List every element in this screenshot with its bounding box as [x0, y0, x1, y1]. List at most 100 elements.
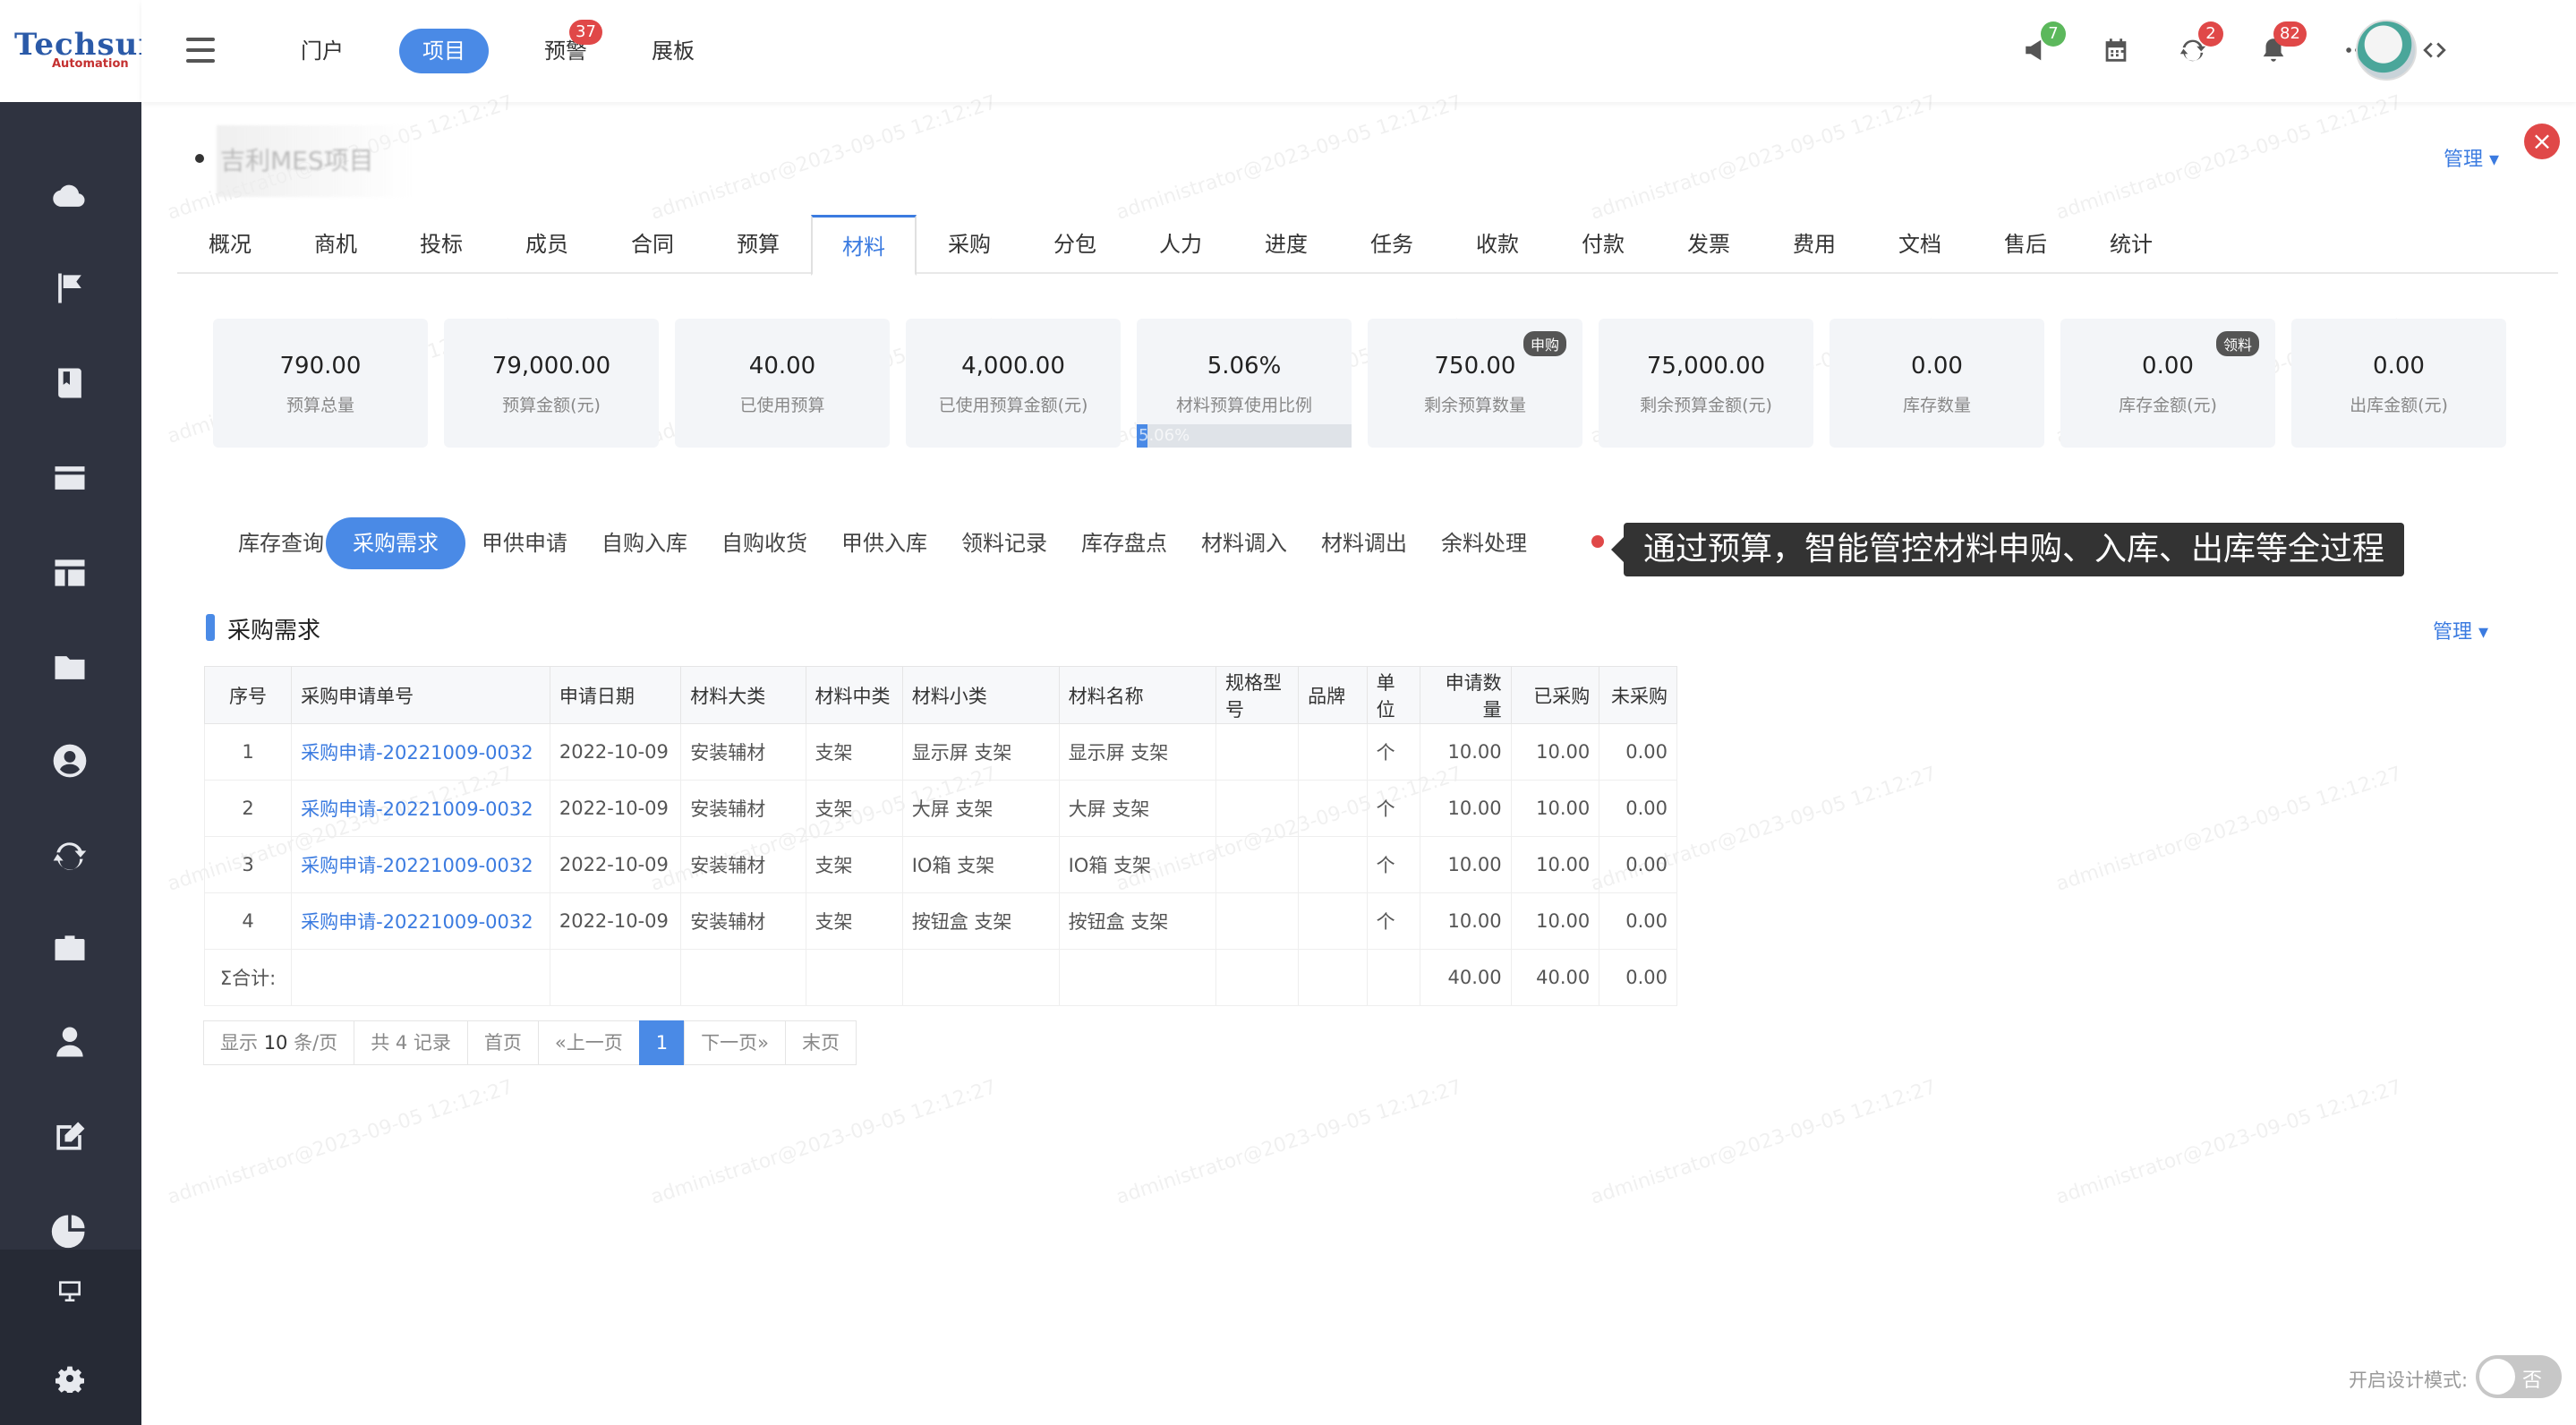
col-seq[interactable]: 序号 [203, 666, 293, 724]
tab-statistics[interactable]: 统计 [2078, 215, 2184, 274]
tab-subcontract[interactable]: 分包 [1022, 215, 1128, 274]
monitor-icon[interactable] [47, 1267, 93, 1314]
cell-unit: 个 [1366, 836, 1421, 893]
user-circle-icon[interactable] [47, 738, 93, 784]
col-material-name[interactable]: 材料名称 [1058, 666, 1216, 724]
col-unpurchased[interactable]: 未采购 [1599, 666, 1677, 724]
refresh-icon[interactable] [47, 832, 93, 879]
tab-documents[interactable]: 文档 [1867, 215, 1973, 274]
subtab-stock-count[interactable]: 库存盘点 [1067, 517, 1181, 569]
watermark: administrator@2023-09-05 12:12:27 [1113, 91, 1465, 225]
tab-contract[interactable]: 合同 [600, 215, 705, 274]
design-mode-toggle[interactable]: 否 [2476, 1355, 2562, 1398]
col-spec[interactable]: 规格型号 [1215, 666, 1300, 724]
col-unit[interactable]: 单位 [1366, 666, 1421, 724]
request-no-link[interactable]: 采购申请-20221009-0032 [291, 723, 550, 781]
flag-icon[interactable] [47, 265, 93, 311]
logo[interactable]: Techsun Automation [0, 0, 160, 102]
layout-icon[interactable] [47, 550, 93, 596]
nav-portal[interactable]: 门户 [277, 29, 367, 73]
last-page-button[interactable]: 末页 [785, 1020, 857, 1065]
col-brand[interactable]: 品牌 [1298, 666, 1368, 724]
subtab-self-purchase-inbound[interactable]: 自购入库 [587, 517, 702, 569]
prev-page-button[interactable]: «上一页 [537, 1020, 640, 1065]
watermark: administrator@2023-09-05 12:12:27 [1588, 91, 1940, 225]
section-manage-link[interactable]: 管理 ▾ [2433, 616, 2488, 644]
code-icon[interactable] [2415, 30, 2454, 70]
table-row[interactable]: 1 采购申请-20221009-0032 2022-10-09 安装辅材 支架 … [203, 723, 1677, 781]
tab-opportunity[interactable]: 商机 [283, 215, 388, 274]
page-1-button[interactable]: 1 [638, 1020, 686, 1065]
col-minor-category[interactable]: 材料小类 [901, 666, 1060, 724]
card-icon[interactable] [47, 455, 93, 501]
calendar-icon[interactable] [2096, 30, 2136, 70]
watermark: administrator@2023-09-05 12:12:27 [648, 1076, 1000, 1209]
menu-toggle-icon[interactable] [186, 38, 215, 63]
tab-labor[interactable]: 人力 [1128, 215, 1233, 274]
request-no-link[interactable]: 采购申请-20221009-0032 [291, 780, 550, 837]
cell-seq: 3 [203, 836, 293, 893]
request-no-link[interactable]: 采购申请-20221009-0032 [291, 836, 550, 893]
tab-tasks[interactable]: 任务 [1339, 215, 1445, 274]
settings-icon[interactable] [47, 1355, 93, 1402]
avatar[interactable] [2356, 20, 2417, 81]
edit-icon[interactable] [47, 1114, 93, 1160]
tab-after-sales[interactable]: 售后 [1973, 215, 2078, 274]
stat-value: 790.00 [279, 353, 362, 380]
tab-budget[interactable]: 预算 [705, 215, 811, 274]
subtab-material-transfer-in[interactable]: 材料调入 [1187, 517, 1301, 569]
briefcase-icon[interactable] [47, 926, 93, 972]
table-row[interactable]: 4 采购申请-20221009-0032 2022-10-09 安装辅材 支架 … [203, 892, 1677, 950]
subtab-surplus-handling[interactable]: 余料处理 [1427, 517, 1541, 569]
tab-bidding[interactable]: 投标 [388, 215, 494, 274]
next-page-button[interactable]: 下一页» [684, 1020, 786, 1065]
project-manage-link[interactable]: 管理 ▾ [2444, 143, 2499, 172]
tab-materials[interactable]: 材料 [811, 215, 917, 276]
book-icon[interactable] [47, 360, 93, 406]
cell-unpurchased: 0.00 [1599, 780, 1677, 837]
first-page-button[interactable]: 首页 [466, 1020, 539, 1065]
col-date[interactable]: 申请日期 [549, 666, 682, 724]
nav-board[interactable]: 展板 [628, 29, 718, 73]
empty-cell [680, 949, 806, 1006]
subtab-stock-query[interactable]: 库存查询 [224, 517, 338, 569]
tab-overview[interactable]: 概况 [177, 215, 283, 274]
request-no-link[interactable]: 采购申请-20221009-0032 [291, 892, 550, 950]
subtab-self-purchase-receipt[interactable]: 自购收货 [707, 517, 822, 569]
cloud-icon[interactable] [47, 172, 93, 218]
subtab-owner-supply-inbound[interactable]: 甲供入库 [827, 517, 942, 569]
page-size-selector[interactable]: 显示 10 条/页 [203, 1020, 355, 1065]
tab-receipts[interactable]: 收款 [1445, 215, 1550, 274]
tab-purchase[interactable]: 采购 [917, 215, 1022, 274]
tab-members[interactable]: 成员 [494, 215, 600, 274]
col-middle-category[interactable]: 材料中类 [805, 666, 903, 724]
nav-project[interactable]: 项目 [399, 29, 489, 73]
col-purchased[interactable]: 已采购 [1510, 666, 1600, 724]
cell-middle: 支架 [805, 836, 903, 893]
cell-major: 安装辅材 [680, 892, 806, 950]
stat-value: 4,000.00 [961, 353, 1065, 380]
empty-cell [805, 949, 903, 1006]
tab-payments[interactable]: 付款 [1550, 215, 1656, 274]
pie-chart-icon[interactable] [47, 1207, 93, 1253]
folder-icon[interactable] [47, 644, 93, 691]
col-request-no[interactable]: 采购申请单号 [291, 666, 550, 724]
subtab-picking-records[interactable]: 领料记录 [947, 517, 1062, 569]
col-major-category[interactable]: 材料大类 [680, 666, 806, 724]
usage-progress-bar: 5.06% [1137, 424, 1352, 448]
tab-invoices[interactable]: 发票 [1656, 215, 1761, 274]
table-row[interactable]: 3 采购申请-20221009-0032 2022-10-09 安装辅材 支架 … [203, 836, 1677, 893]
subtab-owner-supply-request[interactable]: 甲供申请 [467, 517, 582, 569]
empty-cell [1215, 949, 1300, 1006]
table-row[interactable]: 2 采购申请-20221009-0032 2022-10-09 安装辅材 支架 … [203, 780, 1677, 837]
subtab-material-transfer-out[interactable]: 材料调出 [1307, 517, 1421, 569]
cell-name: 显示屏 支架 [1058, 723, 1216, 781]
tab-progress[interactable]: 进度 [1233, 215, 1339, 274]
person-icon[interactable] [47, 1019, 93, 1065]
col-applied-qty[interactable]: 申请数量 [1420, 666, 1512, 724]
close-icon[interactable]: × [2524, 124, 2560, 159]
cell-applied: 10.00 [1420, 780, 1512, 837]
subtab-purchase-demand[interactable]: 采购需求 [326, 517, 465, 569]
tab-expenses[interactable]: 费用 [1761, 215, 1867, 274]
cell-date: 2022-10-09 [549, 780, 682, 837]
